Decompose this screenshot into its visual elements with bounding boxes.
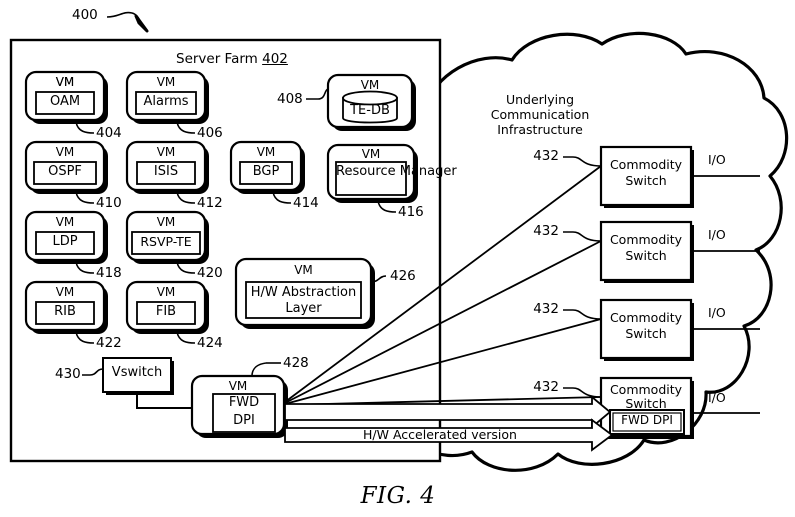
vm-inner-label-rsvp-te: RSVP-TE: [140, 234, 192, 249]
vm-inner-label-ldp: LDP: [52, 234, 78, 249]
vm-inner-label-bgp: BGP: [252, 164, 280, 179]
vm-ref-isis: 412: [197, 195, 223, 211]
commodity-switch-3-io-label: I/O: [708, 305, 726, 320]
vm-inner-label-resource-manager: Resource Manager: [336, 164, 457, 179]
commodity-switch-1-line2: Switch: [625, 173, 667, 188]
vm-ref-hw-abstraction: 426: [390, 268, 416, 284]
vm-inner-label-fib: FIB: [155, 304, 177, 319]
vm-inner-label-rib: RIB: [54, 304, 76, 319]
commodity-switch-3-line1: Commodity: [609, 310, 683, 325]
vm-label-resource-manager: VM: [361, 147, 381, 161]
vm-label-hw-abstraction: VM: [294, 263, 313, 277]
vm-inner-label-hw-abstraction-line2: Layer: [285, 301, 322, 316]
vm-label-ldp: VM: [55, 215, 75, 229]
server-farm-title: Server Farm 402: [176, 51, 288, 67]
vm-label-alarms: VM: [156, 75, 176, 89]
vm-inner-label-oam: OAM: [49, 94, 81, 109]
figure-caption: FIG. 4: [360, 483, 436, 509]
server-farm-title-text: Server Farm: [176, 51, 258, 67]
vm-ref-te-db: 408: [277, 91, 303, 107]
vm-inner-label-ospf: OSPF: [48, 164, 82, 179]
vm-inner-label-hw-abstraction-line1: H/W Abstraction: [250, 285, 357, 300]
figure-ref-leader: [106, 11, 149, 33]
vm-inner-label-te-db: TE-DB: [350, 103, 390, 118]
figure-ref-number: 400: [72, 7, 98, 23]
vm-inner-label-fwd: FWD: [228, 395, 260, 410]
vswitch-ref: 430: [55, 366, 81, 382]
server-farm-ref: 402: [262, 51, 288, 67]
vm-inner-label-isis: ISIS: [153, 164, 179, 179]
cloud-title-line1: Underlying: [505, 92, 575, 107]
vm-label-bgp: VM: [256, 145, 276, 159]
commodity-switch-2-line2: Switch: [625, 248, 667, 263]
accelerated-version-label: H/W Accelerated version: [363, 427, 517, 442]
cloud-title-line2: Communication: [490, 107, 590, 122]
commodity-switch-3-line2: Switch: [625, 326, 667, 341]
vm-inner-label-dpi: DPI: [233, 413, 255, 428]
vm-ref-ospf: 410: [96, 195, 122, 211]
vm-ref-bgp: 414: [293, 195, 319, 211]
vm-label-ospf: VM: [55, 145, 75, 159]
commodity-switch-2-io-label: I/O: [708, 227, 726, 242]
vm-ref-rsvp-te: 420: [197, 265, 223, 281]
vswitch-label: Vswitch: [111, 365, 163, 380]
cloud-title-line3: Infrastructure: [497, 122, 583, 137]
commodity-switch-3-ref: 432: [533, 301, 559, 317]
commodity-switch-4-ref: 432: [533, 379, 559, 395]
commodity-switch-4-line1: Commodity: [609, 382, 683, 397]
commodity-switch-4-line2: Switch: [625, 396, 667, 411]
vm-ref-resource-manager: 416: [398, 204, 424, 220]
vm-ref-ldp: 418: [96, 265, 122, 281]
commodity-switch-1-io-label: I/O: [708, 152, 726, 167]
vm-label-oam-text: VM: [55, 75, 75, 89]
vm-ref-fib: 424: [197, 335, 223, 351]
vm-label-rib: VM: [55, 285, 75, 299]
figure-canvas: 400 Server Farm 402 VM VM OAM 404 VM Ala…: [0, 0, 795, 517]
vm-label-fwd-dpi: VM: [228, 379, 248, 393]
vm-ref-fwd-dpi: 428: [283, 355, 309, 371]
vm-inner-label-alarms: Alarms: [143, 94, 189, 109]
fwd-dpi-hw-label: FWD DPI: [621, 413, 673, 427]
commodity-switch-1-line1: Commodity: [609, 157, 683, 172]
vm-ref-alarms: 406: [197, 125, 223, 141]
commodity-switch-2-line1: Commodity: [609, 232, 683, 247]
commodity-switch-4-io-label: I/O: [708, 390, 726, 405]
vm-label-fib: VM: [156, 285, 176, 299]
vm-label-te-db: VM: [360, 78, 380, 92]
vm-label-rsvp-te: VM: [156, 215, 176, 229]
vm-ref-rib: 422: [96, 335, 122, 351]
commodity-switch-2-ref: 432: [533, 223, 559, 239]
vm-ref-oam: 404: [96, 125, 122, 141]
commodity-switch-1-ref: 432: [533, 148, 559, 164]
vm-label-isis: VM: [156, 145, 176, 159]
